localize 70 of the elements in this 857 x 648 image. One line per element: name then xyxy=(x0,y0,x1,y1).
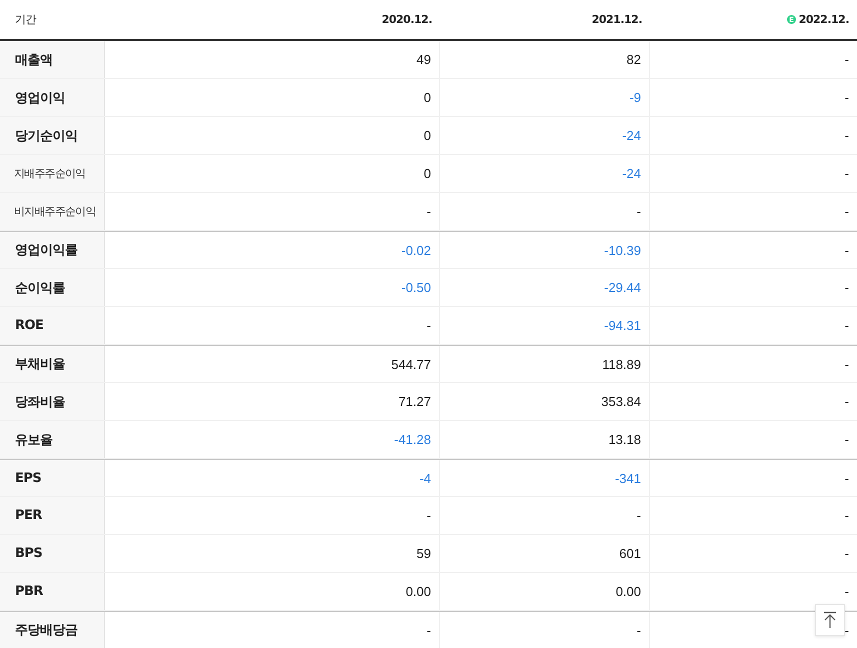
table-cell: - xyxy=(844,622,849,638)
table-cell: 0.00 xyxy=(406,584,431,599)
column-header: 2021.12. xyxy=(592,13,642,26)
table-cell: 13.18 xyxy=(608,432,641,447)
table-cell: - xyxy=(844,90,849,105)
table-cell: -29.44 xyxy=(604,280,641,295)
table-cell: - xyxy=(844,242,849,258)
table-cell: 0.00 xyxy=(616,584,641,599)
table-cell: 0 xyxy=(424,128,431,143)
row-label: 지배주주순이익 xyxy=(0,155,105,192)
table-cell: 118.89 xyxy=(602,356,641,372)
table-cell: - xyxy=(844,52,849,67)
row-label: 매출액 xyxy=(0,41,105,78)
table-cell: - xyxy=(844,546,849,561)
table-cell: -94.31 xyxy=(604,318,641,333)
table-cell: 59 xyxy=(416,546,431,561)
row-label: 영업이익 xyxy=(0,79,105,116)
row-label: 당좌비율 xyxy=(0,383,105,420)
table-cell: - xyxy=(844,280,849,295)
table-cell: - xyxy=(844,394,849,409)
table-cell: - xyxy=(844,318,849,333)
column-header: 기간 xyxy=(15,12,36,27)
table-cell: - xyxy=(844,508,849,523)
table-cell: -41.28 xyxy=(394,432,431,447)
table-cell: 0 xyxy=(424,166,431,181)
table-cell: - xyxy=(844,356,849,372)
row-label: 유보율 xyxy=(0,421,105,458)
table-cell: 82 xyxy=(626,52,641,67)
table-cell: - xyxy=(844,128,849,143)
row-label: 당기순이익 xyxy=(0,117,105,154)
table-cell: - xyxy=(636,204,641,219)
table-cell: - xyxy=(636,508,641,523)
row-label: 비지배주주순이익 xyxy=(0,193,105,230)
table-cell: -4 xyxy=(419,470,431,486)
table-cell: - xyxy=(426,204,431,219)
row-label: 부채비율 xyxy=(0,346,105,382)
row-label: 순이익률 xyxy=(0,269,105,306)
row-label: 영업이익률 xyxy=(0,232,105,268)
row-label: ROE xyxy=(0,307,105,344)
row-label: 주당배당금 xyxy=(0,612,105,648)
table-cell: - xyxy=(636,622,641,638)
arrow-up-icon xyxy=(823,611,837,629)
column-header: 2022.12. xyxy=(798,13,849,26)
row-label: PBR xyxy=(0,573,105,610)
table-cell: 71.27 xyxy=(398,394,431,409)
table-cell: -0.02 xyxy=(401,242,431,258)
row-label: BPS xyxy=(0,535,105,572)
table-cell: - xyxy=(426,318,431,333)
column-header: 2020.12. xyxy=(382,13,432,26)
table-cell: - xyxy=(844,166,849,181)
table-cell: - xyxy=(844,584,849,599)
table-cell: - xyxy=(844,432,849,447)
table-cell: -24 xyxy=(622,166,641,181)
table-cell: - xyxy=(844,470,849,486)
table-cell: - xyxy=(426,508,431,523)
row-label: EPS xyxy=(0,460,105,496)
table-cell: - xyxy=(844,204,849,219)
table-cell: 49 xyxy=(416,52,431,67)
table-cell: -0.50 xyxy=(401,280,431,295)
table-cell: -24 xyxy=(622,128,641,143)
table-cell: 353.84 xyxy=(601,394,641,409)
table-cell: 601 xyxy=(619,546,641,561)
table-cell: 544.77 xyxy=(391,356,431,372)
table-cell: -341 xyxy=(614,470,641,486)
table-cell: -10.39 xyxy=(604,242,641,258)
table-cell: - xyxy=(426,622,431,638)
scroll-to-top-button[interactable] xyxy=(815,604,845,636)
row-label: PER xyxy=(0,497,105,534)
table-cell: 0 xyxy=(424,90,431,105)
table-cell: -9 xyxy=(629,90,641,105)
